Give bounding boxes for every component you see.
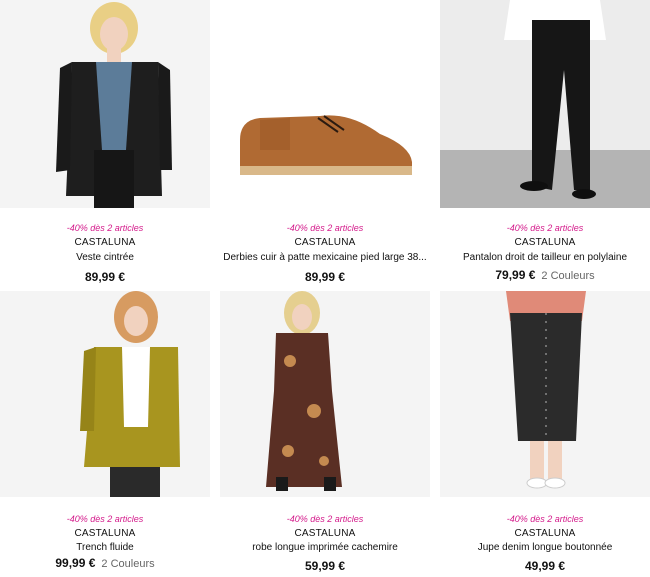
price-row: 89,99 € [220, 270, 430, 284]
promo-label: -40% dès 2 articles [286, 514, 364, 524]
product-image[interactable] [0, 291, 210, 497]
brand-label: CASTALUNA [294, 237, 356, 248]
price-row: 59,99 € [220, 559, 430, 573]
color-count[interactable]: 2 Couleurs [101, 558, 154, 570]
product-price: 59,99 € [304, 559, 346, 573]
product-image[interactable] [0, 0, 210, 208]
product-image[interactable] [220, 291, 430, 497]
product-name[interactable]: Trench fluide [0, 542, 210, 553]
product-image[interactable] [220, 0, 430, 208]
product-name[interactable]: Jupe denim longue boutonnée [440, 542, 650, 553]
brand-label: CASTALUNA [294, 528, 356, 539]
promo-label: -40% dès 2 articles [506, 514, 584, 524]
product-name[interactable]: Derbies cuir à patte mexicaine pied larg… [220, 252, 430, 263]
price-row: 79,99 € 2 Couleurs [440, 268, 650, 282]
brand-label: CASTALUNA [514, 237, 576, 248]
product-price: 99,99 € [55, 556, 96, 570]
promo-label: -40% dès 2 articles [286, 223, 364, 233]
product-name[interactable]: Pantalon droit de tailleur en polylaine [440, 252, 650, 263]
color-count[interactable]: 2 Couleurs [541, 270, 594, 282]
price-row: 49,99 € [440, 559, 650, 573]
product-image[interactable] [440, 291, 650, 497]
price-row: 99,99 € 2 Couleurs [0, 556, 210, 570]
product-price: 89,99 € [304, 270, 346, 284]
product-price: 79,99 € [495, 268, 536, 282]
promo-label: -40% dès 2 articles [66, 514, 144, 524]
product-name[interactable]: robe longue imprimée cachemire [220, 542, 430, 553]
brand-label: CASTALUNA [74, 528, 136, 539]
product-image[interactable] [440, 0, 650, 208]
promo-label: -40% dès 2 articles [506, 223, 584, 233]
product-price: 49,99 € [524, 559, 566, 573]
brand-label: CASTALUNA [514, 528, 576, 539]
price-row: 89,99 € [0, 270, 210, 284]
promo-label: -40% dès 2 articles [66, 223, 144, 233]
brand-label: CASTALUNA [74, 237, 136, 248]
product-name[interactable]: Veste cintrée [0, 252, 210, 263]
product-price: 89,99 € [84, 270, 126, 284]
